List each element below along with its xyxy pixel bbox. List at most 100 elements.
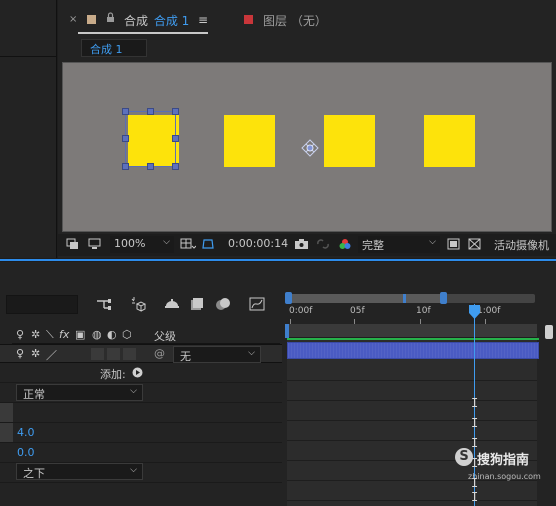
active-camera-label[interactable]: 活动摄像机 [494,237,549,253]
graph-row [287,421,537,441]
layer-row[interactable]: ♀ ✲ ／ @ 无 ⌵ [0,344,282,363]
monitor-icon[interactable] [88,238,101,250]
grid-guides-icon[interactable] [180,238,196,250]
chevron-down-icon: ⌵ [130,465,137,475]
draft-3d-icon[interactable] [128,295,146,313]
chevron-down-icon: ⌵ [429,237,436,247]
tab-composition[interactable]: 合成 合成 1 [124,12,189,29]
timeline-scroll-handle[interactable] [545,325,553,339]
fast-preview-icon[interactable] [447,238,460,250]
region-of-interest-icon[interactable] [66,238,79,250]
effects-column[interactable]: fx [59,328,69,341]
adjustment-switch[interactable] [123,348,136,360]
watermark-url: zhinan.sogou.com [468,472,541,481]
layer-duration-bar[interactable] [287,342,539,359]
active-tab-underline [78,32,208,34]
selection-frame [125,111,176,167]
current-timecode[interactable]: 0:00:00:14 [228,237,288,250]
stack-mode-value: 之下 [23,467,45,480]
blend-mode-select[interactable]: 正常 ⌵ [16,384,143,401]
graph-row [287,401,537,421]
panel-menu-icon[interactable]: ≡ [198,13,208,27]
motion-blur-icon[interactable] [214,295,232,313]
add-menu-icon[interactable] [132,367,143,378]
tab-prefix: 合成 [124,14,149,28]
transform-handle[interactable] [122,163,129,170]
panel-focus-strip [0,259,556,261]
navigator-playhead [403,294,406,303]
transform-handle[interactable] [122,108,129,115]
square-4[interactable] [424,115,475,167]
collapse-switch-icon[interactable]: ✲ [31,347,40,360]
resolution-select[interactable]: 完整 ⌵ [358,236,440,253]
transform-handle[interactable] [147,108,154,115]
close-tab-button[interactable]: × [69,14,77,25]
frame-blending-icon[interactable] [188,295,206,313]
parent-column-header[interactable]: 父级 [154,328,176,344]
transform-handle[interactable] [172,163,179,170]
parent-select[interactable]: 无 ⌵ [173,346,261,363]
stack-mode-row: 之下 ⌵ [0,463,282,483]
value-row: 4.0 [0,423,282,443]
stack-mode-select[interactable]: 之下 ⌵ [16,463,143,480]
transform-handle[interactable] [172,108,179,115]
tab-layer[interactable]: 图层 （无） [263,12,327,29]
work-area-bar[interactable] [287,324,537,338]
property-value[interactable]: 0.0 [17,446,35,459]
graph-row [287,481,537,501]
3d-layer-column-icon[interactable]: ⬡ [122,328,132,341]
transparency-grid-icon[interactable] [468,238,481,250]
show-snapshot-icon[interactable] [316,238,330,250]
shy-layers-icon[interactable] [163,295,181,313]
ruler-label: 05f [350,306,365,316]
quality-column-icon[interactable]: ⟍ [46,328,54,342]
blend-mode-row: 正常 ⌵ [0,383,282,403]
timeline-panel: ♀ ✲ ⟍ fx ▣ ◍ ◐ ⬡ 父级 ♀ ✲ ／ @ 无 ⌵ 添加: 正常 ⌵… [0,262,556,506]
camera-snapshot-icon[interactable] [294,238,309,250]
shy-switch-icon[interactable]: ♀ [16,347,24,360]
comp-viewer[interactable] [62,62,552,232]
adjustment-column-icon[interactable]: ◐ [107,328,117,341]
parent-value: 无 [180,350,191,363]
graph-editor-icon[interactable] [248,295,266,313]
add-label: 添加: [100,368,126,381]
ruler-label: 0:00f [289,306,313,316]
property-value[interactable]: 4.0 [17,426,35,439]
value-row: 0.0 [0,443,282,463]
chevron-down-icon: ⌵ [130,386,137,396]
render-status-bar [287,338,539,340]
layer-color-swatch [244,15,253,24]
motion-blur-column-icon[interactable]: ◍ [92,328,102,341]
graph-row [287,361,537,381]
comp-breadcrumb[interactable]: 合成 1 [81,39,147,57]
effects-switch[interactable] [91,348,104,360]
quality-switch-icon[interactable]: ／ [46,347,57,363]
transform-handle[interactable] [147,163,154,170]
navigator-range[interactable] [287,294,444,303]
transform-handle[interactable] [172,135,179,142]
zoom-select[interactable]: 100% ⌵ [110,236,174,253]
color-channels-icon[interactable] [338,238,352,250]
shy-column-icon[interactable]: ♀ [16,328,24,341]
graph-row [287,381,537,401]
transform-handle[interactable] [122,135,129,142]
comp-flowchart-icon[interactable] [95,295,113,313]
layer-search-input[interactable] [6,295,78,314]
panel-divider [0,56,56,57]
motion-blur-switch[interactable] [107,348,120,360]
navigator-end-handle[interactable] [440,292,447,304]
resolution-value: 完整 [362,239,384,252]
playhead-handle-icon[interactable] [469,305,480,319]
square-3[interactable] [324,115,375,167]
comp-color-swatch [87,15,96,24]
anchor-point-icon[interactable] [301,139,319,157]
collapse-column-icon[interactable]: ✲ [31,328,40,341]
pick-whip-icon[interactable]: @ [154,347,165,360]
navigator-start-handle[interactable] [285,292,292,304]
lock-icon[interactable] [106,12,115,26]
work-area-start[interactable] [285,324,289,338]
time-ruler[interactable]: 0:00f 05f 10f 1:00f [287,304,542,324]
mask-path-icon[interactable] [201,238,215,250]
square-2[interactable] [224,115,275,167]
frame-blend-column-icon[interactable]: ▣ [75,328,85,341]
